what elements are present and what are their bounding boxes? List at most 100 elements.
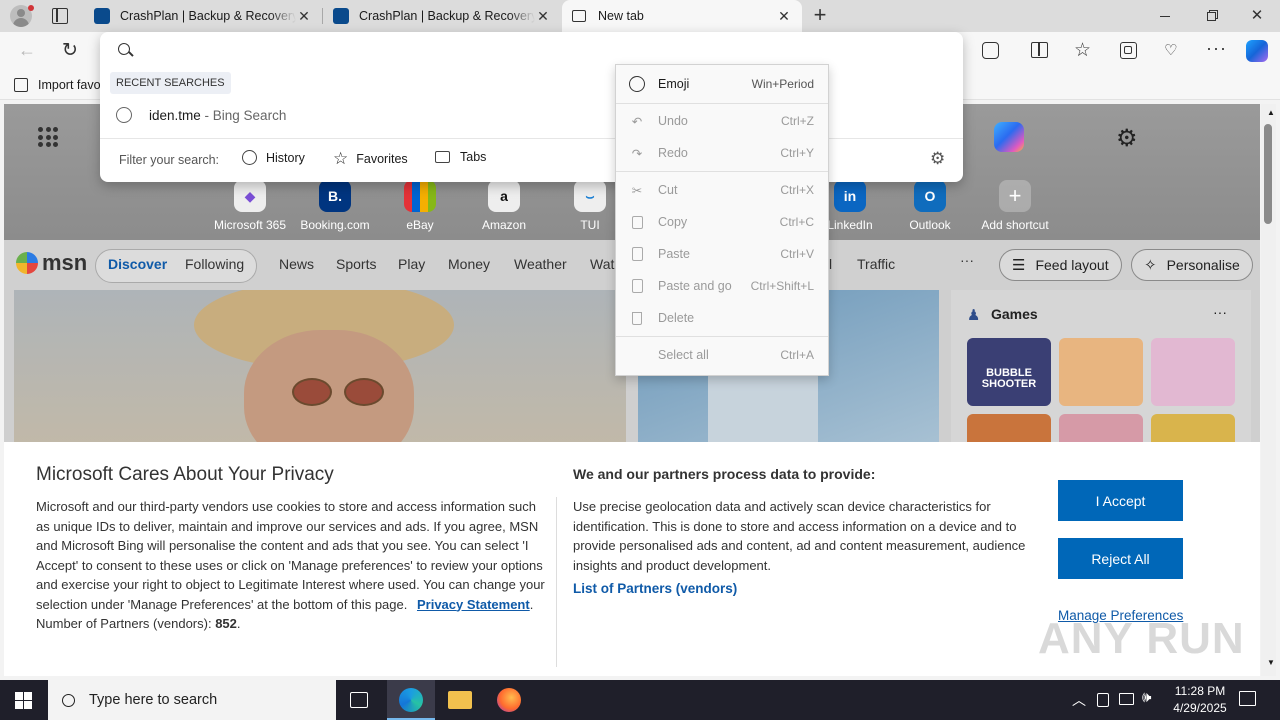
refresh-button[interactable]: ↻ [62, 39, 78, 62]
tray-chevron-icon[interactable]: ︿ [1072, 690, 1086, 710]
page-settings-icon[interactable]: ⚙ [1116, 124, 1138, 153]
page-scrollbar[interactable]: ▲ ▼ [1261, 104, 1276, 676]
nav-sports[interactable]: Sports [336, 256, 376, 272]
tab-title: New tab [598, 9, 644, 23]
clock-date[interactable]: 4/29/2025 [1168, 701, 1232, 715]
clock-time[interactable]: 11:28 PM [1168, 684, 1232, 698]
menu-item-undo[interactable]: ↶ Undo Ctrl+Z [616, 105, 828, 137]
menu-item-redo[interactable]: ↷ Redo Ctrl+Y [616, 137, 828, 169]
nav-news[interactable]: News [279, 256, 314, 272]
close-tab-icon[interactable]: ✕ [296, 8, 312, 25]
tab-new-tab[interactable]: New tab ✕ [562, 0, 802, 32]
start-button[interactable] [15, 692, 32, 709]
sliders-icon: ☰ [1012, 257, 1026, 274]
add-shortcut-button[interactable]: + Add shortcut [975, 180, 1055, 232]
back-button[interactable]: ← [18, 40, 36, 61]
games-more-icon[interactable]: ··· [1213, 304, 1227, 320]
menu-separator [616, 171, 828, 172]
shortcut-ebay[interactable]: eBay [380, 180, 460, 232]
paste-go-icon [616, 279, 658, 293]
game-tile-2[interactable] [1059, 338, 1143, 406]
firefox-icon[interactable] [497, 688, 521, 712]
menu-item-emoji[interactable]: Emoji Win+Period [616, 68, 828, 100]
tab-crashplan-1[interactable]: CrashPlan | Backup & Recovery Software ✕ [84, 0, 322, 32]
filter-history[interactable]: History [242, 150, 305, 165]
tab-title: CrashPlan | Backup & Recovery Software [120, 9, 296, 23]
settings-more-icon[interactable]: ··· [1206, 38, 1227, 59]
menu-item-paste-and-go[interactable]: Paste and go Ctrl+Shift+L [616, 270, 828, 302]
task-view-icon[interactable] [350, 692, 368, 708]
shortcut-booking[interactable]: B. Booking.com [295, 180, 375, 232]
notifications-icon[interactable] [1239, 691, 1256, 706]
volume-icon[interactable]: 🕪 [1142, 689, 1151, 706]
personalise-button[interactable]: ✧ Personalise [1131, 249, 1253, 281]
nav-play[interactable]: Play [398, 256, 425, 272]
split-screen-icon[interactable] [1031, 42, 1048, 58]
shortcut-outlook[interactable]: O Outlook [890, 180, 970, 232]
file-explorer-icon[interactable] [448, 691, 472, 709]
favorites-icon[interactable]: ☆ [1074, 39, 1091, 62]
more-nav-icon[interactable]: ··· [960, 252, 974, 268]
nav-watch[interactable]: Wat [590, 256, 614, 272]
copilot-logo-icon[interactable] [994, 122, 1024, 152]
clipboard-icon [616, 247, 658, 261]
crashplan-favicon-icon [94, 8, 110, 24]
close-tab-icon[interactable]: ✕ [535, 8, 551, 25]
filter-favorites[interactable]: ☆ Favorites [333, 149, 408, 169]
shortcut-amazon[interactable]: a Amazon [464, 180, 544, 232]
recent-search-item[interactable]: iden.tme - Bing Search [100, 103, 615, 127]
app-launcher-icon[interactable] [38, 127, 58, 147]
filter-tabs[interactable]: Tabs [435, 150, 486, 164]
menu-item-cut[interactable]: ✂ Cut Ctrl+X [616, 174, 828, 206]
address-input[interactable] [146, 38, 646, 64]
import-favorites-link[interactable]: Import favo [38, 78, 101, 92]
new-tab-favicon-icon [572, 10, 586, 22]
browser-essentials-icon[interactable]: ♡ [1164, 41, 1182, 59]
game-tile-bubble-shooter[interactable]: BUBBLE SHOOTER [967, 338, 1051, 406]
nav-weather[interactable]: Weather [514, 256, 567, 272]
scrollbar-thumb[interactable] [1264, 124, 1272, 224]
tab-following[interactable]: Following [185, 256, 244, 272]
tab-strip: CrashPlan | Backup & Recovery Software ✕… [0, 0, 1280, 32]
nav-traffic[interactable]: Traffic [857, 256, 895, 272]
close-window-button[interactable]: ✕ [1242, 0, 1272, 32]
new-tab-button[interactable]: + [810, 4, 830, 28]
tray-device-icon[interactable] [1097, 693, 1109, 707]
tab-discover[interactable]: Discover [108, 256, 167, 272]
linkedin-icon: in [834, 180, 866, 212]
menu-item-select-all[interactable]: Select all Ctrl+A [616, 339, 828, 371]
msn-logo[interactable]: msn [16, 250, 87, 276]
menu-item-paste[interactable]: Paste Ctrl+V [616, 238, 828, 270]
tab-actions-icon[interactable] [52, 8, 68, 24]
taskbar-search-box[interactable]: Type here to search [48, 680, 336, 720]
network-icon[interactable] [1119, 693, 1134, 705]
hero-news-card[interactable] [14, 290, 626, 450]
menu-item-delete[interactable]: Delete [616, 302, 828, 334]
list-of-partners-link[interactable]: List of Partners (vendors) [573, 581, 737, 596]
game-tile-3[interactable] [1151, 338, 1235, 406]
feed-layout-button[interactable]: ☰ Feed layout [999, 249, 1122, 281]
games-title: Games [991, 306, 1038, 322]
restore-button[interactable] [1196, 0, 1226, 32]
privacy-statement-link[interactable]: Privacy Statement [417, 597, 530, 612]
copilot-icon[interactable] [1246, 40, 1268, 62]
booking-icon: B. [319, 180, 351, 212]
windows-taskbar: Type here to search ︿ 🕪 11:28 PM 4/29/20… [0, 680, 1280, 720]
menu-item-copy[interactable]: Copy Ctrl+C [616, 206, 828, 238]
collections-icon[interactable] [1120, 42, 1137, 59]
import-favorites-icon [14, 78, 28, 92]
accept-button[interactable]: I Accept [1058, 480, 1183, 521]
close-tab-icon[interactable]: ✕ [776, 8, 792, 25]
search-settings-icon[interactable]: ⚙ [930, 149, 945, 169]
tabs-icon [435, 151, 450, 163]
edge-taskbar-button[interactable] [387, 680, 435, 720]
extensions-icon[interactable] [982, 42, 999, 59]
minimize-button[interactable] [1150, 0, 1180, 32]
menu-separator [616, 336, 828, 337]
shortcut-microsoft-365[interactable]: ◆ Microsoft 365 [210, 180, 290, 232]
tab-crashplan-2[interactable]: CrashPlan | Backup & Recovery Software ✕ [323, 0, 561, 32]
nav-money[interactable]: Money [448, 256, 490, 272]
edge-icon [399, 688, 423, 712]
nav-partial[interactable]: l [829, 256, 832, 272]
reject-all-button[interactable]: Reject All [1058, 538, 1183, 579]
